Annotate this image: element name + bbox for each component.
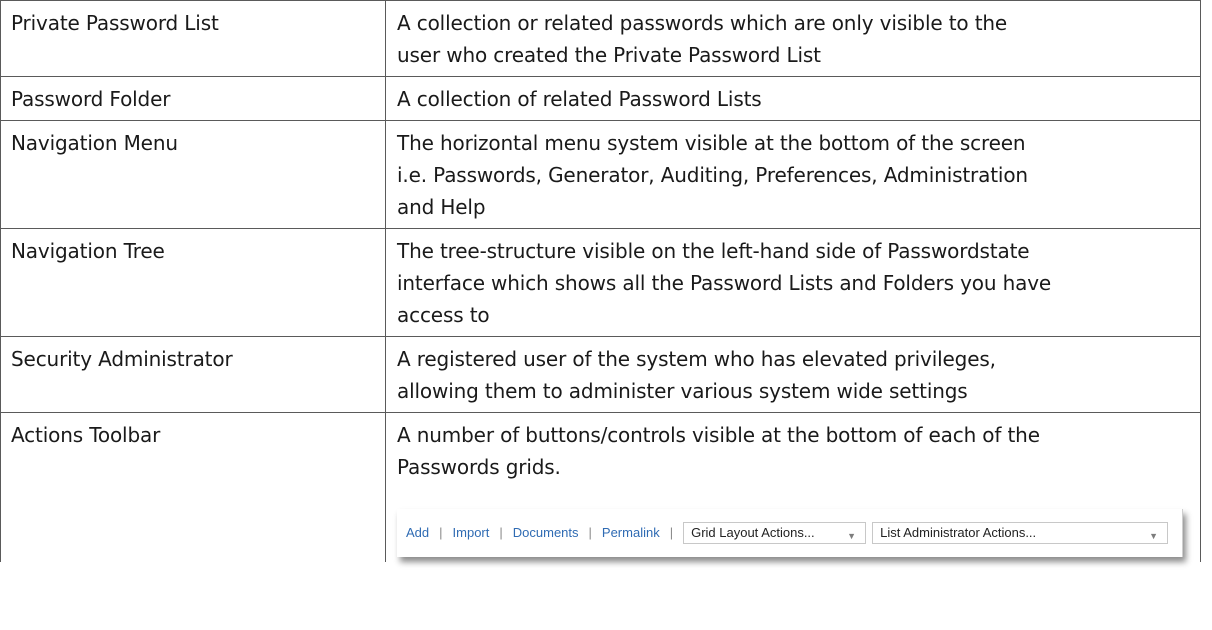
caret-down-icon: ▼	[847, 531, 857, 541]
term-cell: Security Administrator	[0, 336, 386, 413]
import-link[interactable]: Import	[453, 525, 490, 541]
definition-line: A collection of related Password Lists	[397, 87, 762, 111]
toolbar-separator: |	[588, 525, 592, 540]
definition-cell: The tree-structure visible on the left-h…	[385, 228, 1201, 337]
definition-line: user who created the Private Password Li…	[397, 43, 821, 67]
term-cell: Navigation Tree	[0, 228, 386, 337]
toolbar-separator: |	[499, 525, 503, 540]
definition-cell: The horizontal menu system visible at th…	[385, 120, 1201, 229]
table-row: Security Administrator A registered user…	[0, 336, 1201, 413]
definition-line: interface which shows all the Password L…	[397, 271, 1052, 295]
definition-line: The tree-structure visible on the left-h…	[397, 239, 1030, 263]
definition-line: i.e. Passwords, Generator, Auditing, Pre…	[397, 163, 1028, 187]
grid-layout-actions-label: Grid Layout Actions...	[691, 525, 815, 540]
definition-line: A number of buttons/controls visible at …	[397, 423, 1040, 447]
definition-line: Passwords grids.	[397, 455, 561, 479]
definition-line: A registered user of the system who has …	[397, 347, 996, 371]
glossary-table: Private Password List A collection or re…	[0, 0, 1201, 562]
term-cell: Password Folder	[0, 76, 386, 121]
permalink-link[interactable]: Permalink	[602, 525, 660, 541]
table-row: Actions Toolbar A number of buttons/cont…	[0, 412, 1201, 562]
definition-line: The horizontal menu system visible at th…	[397, 131, 1026, 155]
term-label: Security Administrator	[11, 347, 233, 371]
definition-line: allowing them to administer various syst…	[397, 379, 968, 403]
table-row: Navigation Menu The horizontal menu syst…	[0, 120, 1201, 229]
term-label: Navigation Menu	[11, 131, 178, 155]
definition-line: A collection or related passwords which …	[397, 11, 1008, 35]
add-link[interactable]: Add	[406, 525, 429, 541]
term-cell: Actions Toolbar	[0, 412, 386, 562]
list-administrator-actions-label: List Administrator Actions...	[880, 525, 1037, 540]
caret-down-icon: ▼	[1149, 531, 1159, 541]
list-administrator-actions-select[interactable]: List Administrator Actions... ▼	[872, 522, 1169, 544]
documents-link[interactable]: Documents	[513, 525, 579, 541]
definition-cell: A number of buttons/controls visible at …	[385, 412, 1201, 562]
definition-cell: A registered user of the system who has …	[385, 336, 1201, 413]
definition-line: and Help	[397, 195, 486, 219]
term-cell: Private Password List	[0, 0, 386, 77]
toolbar-separator: |	[669, 525, 674, 540]
definition-cell: A collection of related Password Lists	[385, 76, 1201, 121]
term-label: Navigation Tree	[11, 239, 165, 263]
term-label: Private Password List	[11, 11, 219, 35]
grid-layout-actions-select[interactable]: Grid Layout Actions... ▼	[683, 522, 867, 544]
definition-line: access to	[397, 303, 490, 327]
table-row: Password Folder A collection of related …	[0, 76, 1201, 121]
term-cell: Navigation Menu	[0, 120, 386, 229]
term-label: Password Folder	[11, 87, 171, 111]
actions-toolbar-screenshot: Add | Import | Documents | Permalink | G…	[397, 509, 1183, 557]
table-row: Navigation Tree The tree-structure visib…	[0, 228, 1201, 337]
term-label: Actions Toolbar	[11, 423, 161, 447]
definition-cell: A collection or related passwords which …	[385, 0, 1201, 77]
table-row: Private Password List A collection or re…	[0, 0, 1201, 77]
toolbar-separator: |	[439, 525, 443, 540]
